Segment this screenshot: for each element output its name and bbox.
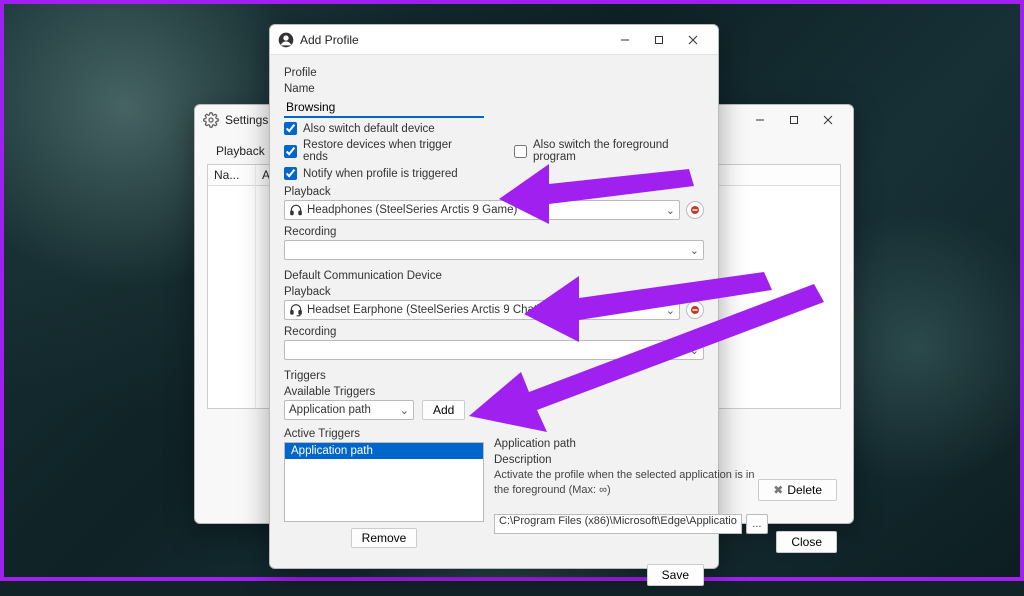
triggers-label: Triggers: [284, 370, 704, 382]
headset-icon: [289, 303, 303, 317]
minimize-button[interactable]: [743, 108, 777, 132]
active-triggers-list[interactable]: Application path: [284, 442, 484, 522]
dialog-minimize-button[interactable]: [608, 28, 642, 52]
recording-label: Recording: [284, 226, 704, 238]
add-profile-title: Add Profile: [300, 33, 359, 47]
save-button[interactable]: Save: [647, 564, 704, 586]
playback-remove-button[interactable]: [686, 201, 704, 219]
switch-foreground-checkbox[interactable]: [514, 145, 527, 158]
close-button[interactable]: [811, 108, 845, 132]
column-name[interactable]: Na...: [208, 165, 255, 186]
recording-device-combo[interactable]: [284, 240, 704, 260]
remove-trigger-button[interactable]: Remove: [351, 528, 418, 548]
settings-title: Settings: [225, 113, 268, 127]
close-settings-button[interactable]: Close: [776, 531, 837, 553]
trigger-detail-title: Application path: [494, 438, 768, 450]
user-icon: [278, 32, 294, 48]
maximize-button[interactable]: [777, 108, 811, 132]
comm-recording-combo[interactable]: [284, 340, 704, 360]
notify-checkbox[interactable]: [284, 167, 297, 180]
headphones-icon: [289, 203, 303, 217]
comm-playback-combo[interactable]: Headset Earphone (SteelSeries Arctis 9 C…: [284, 300, 680, 320]
profile-section-label: Profile: [284, 67, 704, 79]
tab-playback[interactable]: Playback: [207, 141, 274, 160]
restore-label: Restore devices when trigger ends: [303, 139, 474, 163]
default-comm-label: Default Communication Device: [284, 270, 704, 282]
profile-name-input[interactable]: [284, 97, 484, 118]
playback-label: Playback: [284, 186, 704, 198]
description-label: Description: [494, 454, 768, 466]
playback-device-text: Headphones (SteelSeries Arctis 9 Game): [307, 204, 662, 216]
switch-default-label: Also switch default device: [303, 123, 435, 135]
add-trigger-button[interactable]: Add: [422, 400, 465, 420]
browse-button[interactable]: ...: [746, 514, 768, 534]
comm-playback-label: Playback: [284, 286, 704, 298]
restore-checkbox[interactable]: [284, 145, 297, 158]
delete-button[interactable]: ✖Delete: [758, 479, 837, 501]
add-profile-dialog: Add Profile Profile Name Also switch def…: [269, 24, 719, 569]
name-label: Name: [284, 83, 704, 95]
playback-device-combo[interactable]: Headphones (SteelSeries Arctis 9 Game): [284, 200, 680, 220]
comm-playback-text: Headset Earphone (SteelSeries Arctis 9 C…: [307, 304, 662, 316]
switch-default-checkbox[interactable]: [284, 122, 297, 135]
active-trigger-item[interactable]: Application path: [285, 443, 483, 459]
delete-icon: ✖: [773, 483, 783, 497]
trigger-type-combo[interactable]: Application path: [284, 400, 414, 420]
dialog-close-button[interactable]: [676, 28, 710, 52]
active-triggers-label: Active Triggers: [284, 428, 484, 440]
add-profile-titlebar: Add Profile: [270, 25, 718, 55]
comm-playback-remove-button[interactable]: [686, 301, 704, 319]
gear-icon: [203, 112, 219, 128]
notify-label: Notify when profile is triggered: [303, 168, 458, 180]
trigger-description: Activate the profile when the selected a…: [494, 468, 768, 498]
comm-recording-label: Recording: [284, 326, 704, 338]
available-triggers-label: Available Triggers: [284, 386, 704, 398]
switch-foreground-label: Also switch the foreground program: [533, 139, 704, 163]
dialog-maximize-button[interactable]: [642, 28, 676, 52]
trigger-type-text: Application path: [289, 404, 396, 416]
app-path-input[interactable]: C:\Program Files (x86)\Microsoft\Edge\Ap…: [494, 514, 742, 534]
